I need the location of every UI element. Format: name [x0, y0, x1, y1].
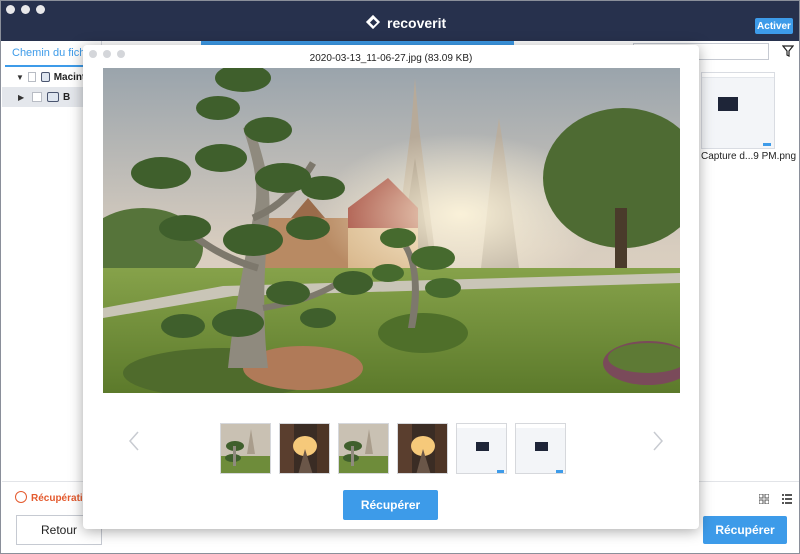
- previous-arrow-icon[interactable]: [127, 430, 141, 452]
- file-thumbnail[interactable]: [701, 72, 775, 149]
- thumbnail-screenshot[interactable]: [456, 423, 507, 474]
- tree-item-label: B: [63, 91, 71, 103]
- hard-drive-icon: [40, 72, 50, 82]
- recovery-status-icon: [15, 491, 27, 503]
- folder-icon: [47, 92, 59, 102]
- preview-recover-button[interactable]: Récupérer: [343, 490, 438, 520]
- app-logo: recoverit: [367, 15, 446, 31]
- temple-thumbnail-image: [339, 424, 388, 473]
- recoverit-logo-icon: [367, 16, 381, 30]
- minimize-window-button[interactable]: [21, 5, 30, 14]
- preview-dialog: 2020-03-13_11-06-27.jpg (83.09 KB) Récup…: [83, 45, 699, 529]
- thumbnail-street[interactable]: [279, 423, 330, 474]
- thumbnail-screenshot[interactable]: [515, 423, 566, 474]
- app-brand: recoverit: [387, 15, 447, 31]
- filter-icon[interactable]: [782, 45, 794, 57]
- thumbnail-strip: [220, 423, 580, 475]
- recover-button[interactable]: Récupérer: [703, 516, 787, 544]
- grid-view-icon[interactable]: [759, 494, 769, 504]
- list-view-icon[interactable]: [782, 494, 792, 504]
- app-window: recoverit Activer Chemin du fichier ▼ Ma…: [0, 0, 800, 554]
- next-arrow-icon[interactable]: [651, 430, 665, 452]
- file-name: Capture d...9 PM.png: [701, 151, 797, 162]
- thumbnail-street[interactable]: [397, 423, 448, 474]
- thumbnail-preview: [718, 97, 738, 111]
- title-bar: recoverit Activer: [1, 1, 799, 41]
- checkbox[interactable]: [32, 92, 42, 102]
- activate-button[interactable]: Activer: [755, 18, 793, 34]
- thumbnail-temple[interactable]: [338, 423, 389, 474]
- chevron-right-icon[interactable]: ▶: [18, 93, 28, 102]
- thumbnail-header: [702, 73, 774, 78]
- zoom-window-button[interactable]: [36, 5, 45, 14]
- thumbnail-tag: [763, 143, 771, 146]
- street-thumbnail-image: [398, 424, 447, 473]
- preview-image: [103, 68, 680, 393]
- thumbnail-temple[interactable]: [220, 423, 271, 474]
- close-window-button[interactable]: [6, 5, 15, 14]
- screenshot-thumbnail-image: [516, 424, 565, 473]
- street-thumbnail-image: [280, 424, 329, 473]
- preview-title: 2020-03-13_11-06-27.jpg (83.09 KB): [309, 53, 473, 64]
- temple-thumbnail-image: [221, 424, 270, 473]
- screenshot-thumbnail-image: [457, 424, 506, 473]
- chevron-down-icon[interactable]: ▼: [16, 73, 24, 82]
- checkbox[interactable]: [27, 72, 36, 82]
